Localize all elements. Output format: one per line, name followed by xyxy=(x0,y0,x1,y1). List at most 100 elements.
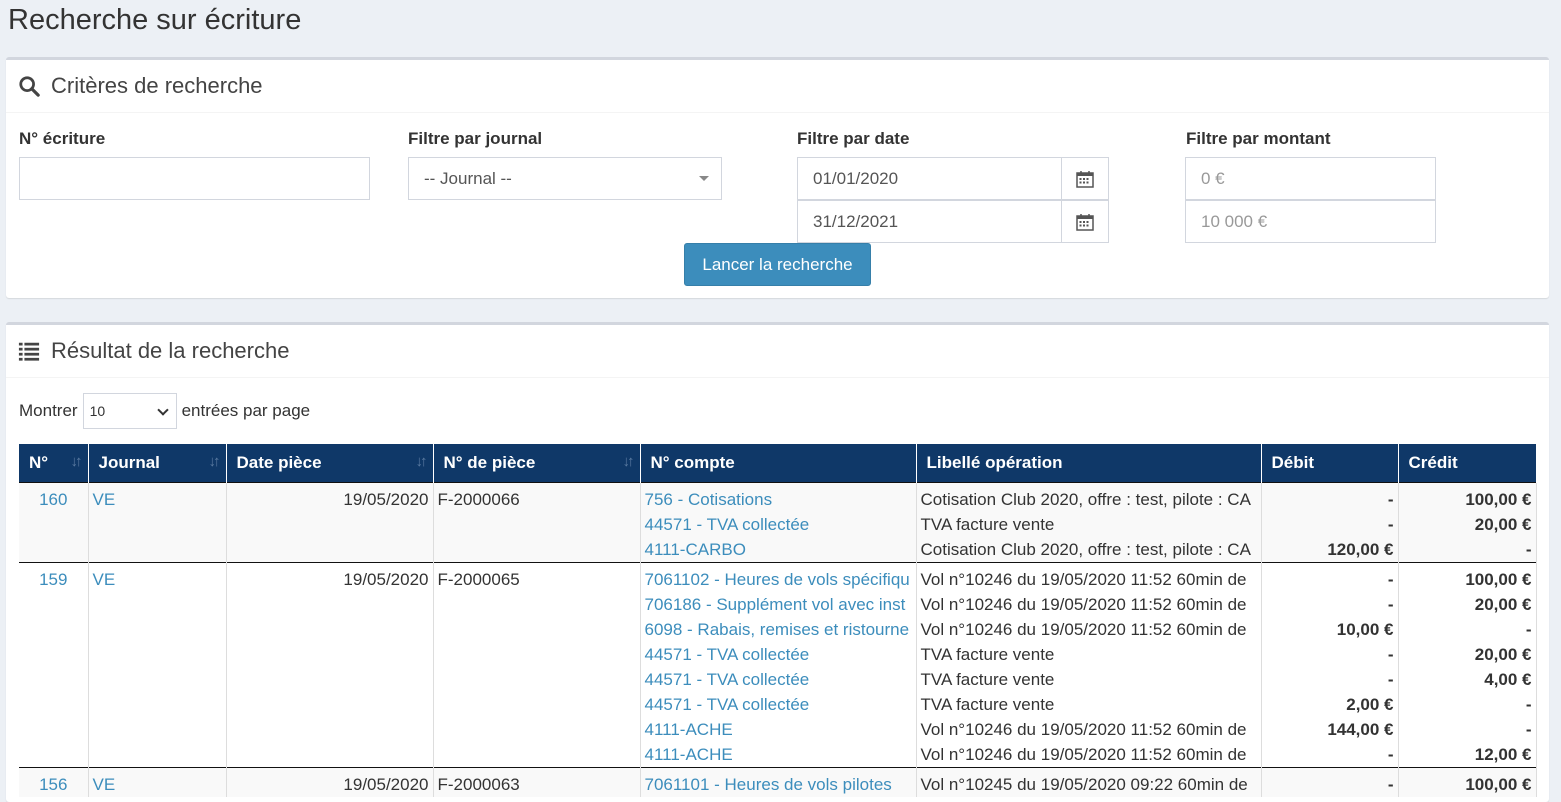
page-length-control: Montrer 10 entrées par page xyxy=(19,393,310,429)
calendar-icon[interactable] xyxy=(1061,157,1109,200)
list-icon xyxy=(18,342,40,361)
account-link[interactable]: 6098 - Rabais, remises et ristourne xyxy=(645,617,912,642)
journal-select[interactable]: -- Journal -- xyxy=(408,157,722,200)
debit-amount: - xyxy=(1387,489,1394,509)
debit-amount: 2,00 € xyxy=(1346,694,1394,714)
date-to-input[interactable]: 31/12/2021 xyxy=(797,200,1063,243)
account-link[interactable]: 4111-ACHE xyxy=(645,742,912,767)
credit-amount: - xyxy=(1525,539,1532,559)
col-header-piece[interactable]: N° de pièce ↓↑ xyxy=(433,444,641,482)
sort-icon: ↓↑ xyxy=(415,453,428,470)
account-link[interactable]: 4111-CARBO xyxy=(645,537,912,562)
show-label: Montrer xyxy=(19,401,78,420)
sort-icon: ↓↑ xyxy=(70,453,83,470)
page-length-select[interactable]: 10 xyxy=(82,393,177,429)
account-link[interactable]: 44571 - TVA collectée xyxy=(645,692,912,717)
entry-no-link[interactable]: 156 xyxy=(39,775,67,794)
amount-filter-label: Filtre par montant xyxy=(1186,129,1331,148)
operation-label: Vol n°10246 du 19/05/2020 11:52 60min de xyxy=(920,619,1247,639)
piece-date: 19/05/2020 xyxy=(343,774,429,794)
operation-label: TVA facture vente xyxy=(920,644,1055,664)
debit-amount: - xyxy=(1387,514,1394,534)
calendar-icon[interactable] xyxy=(1061,200,1109,243)
entry-no-link[interactable]: 160 xyxy=(39,490,67,509)
amount-max-input[interactable]: 10 000 € xyxy=(1185,200,1436,243)
amount-min-input[interactable]: 0 € xyxy=(1185,157,1436,200)
table-header-row: N° ↓↑ Journal ↓↑ Date pièce ↓↑ N° de pièce ↓… xyxy=(19,444,1537,482)
piece-date: 19/05/2020 xyxy=(343,489,429,509)
col-header-label: Libellé opération xyxy=(916,444,1262,482)
entry-no-link[interactable]: 159 xyxy=(39,570,67,589)
operation-label: Vol n°10246 du 19/05/2020 11:52 60min de xyxy=(920,744,1247,764)
results-table: N° ↓↑ Journal ↓↑ Date pièce ↓↑ N° de pièce ↓… xyxy=(19,444,1537,797)
account-link[interactable]: 4111-ACHE xyxy=(645,717,912,742)
credit-amount: 20,00 € xyxy=(1474,644,1532,664)
debit-amount: - xyxy=(1387,669,1394,689)
operation-label: TVA facture vente xyxy=(920,669,1055,689)
account-link[interactable]: 706186 - Supplément vol avec inst xyxy=(645,592,912,617)
criteria-header: Critères de recherche xyxy=(6,60,1549,113)
piece-number: F-2000066 xyxy=(437,489,520,509)
search-criteria-box: Critères de recherche N° écriture Filtre… xyxy=(6,57,1549,298)
search-icon xyxy=(19,76,40,97)
credit-amount: 100,00 € xyxy=(1465,774,1532,794)
credit-amount: 100,00 € xyxy=(1465,489,1532,509)
calendar-glyph xyxy=(1076,170,1094,188)
col-header-date[interactable]: Date pièce ↓↑ xyxy=(226,444,434,482)
operation-label: Cotisation Club 2020, offre : test, pilo… xyxy=(920,489,1251,509)
col-header-no[interactable]: N° ↓↑ xyxy=(19,444,89,482)
account-link[interactable]: 44571 - TVA collectée xyxy=(645,667,912,692)
calendar-glyph xyxy=(1076,213,1094,231)
debit-amount: - xyxy=(1387,774,1394,794)
account-link[interactable]: 44571 - TVA collectée xyxy=(645,512,912,537)
operation-label: Vol n°10246 du 19/05/2020 11:52 60min de xyxy=(920,594,1247,614)
date-from-input[interactable]: 01/01/2020 xyxy=(797,157,1063,200)
operation-label: Vol n°10246 du 19/05/2020 11:52 60min de xyxy=(920,569,1247,589)
credit-amount: 20,00 € xyxy=(1474,594,1532,614)
search-button[interactable]: Lancer la recherche xyxy=(684,243,871,286)
journal-link[interactable]: VE xyxy=(93,570,116,589)
caret-down-icon xyxy=(699,176,709,181)
debit-amount: - xyxy=(1387,744,1394,764)
operation-label: Cotisation Club 2020, offre : test, pilo… xyxy=(920,539,1251,559)
results-title: Résultat de la recherche xyxy=(51,338,290,363)
debit-amount: 10,00 € xyxy=(1336,619,1394,639)
search-results-box: Résultat de la recherche Montrer 10 entr… xyxy=(6,322,1549,802)
credit-amount: 100,00 € xyxy=(1465,569,1532,589)
debit-amount: - xyxy=(1387,569,1394,589)
journal-select-value: -- Journal -- xyxy=(424,168,512,188)
col-header-debit: Débit xyxy=(1261,444,1399,482)
table-row: 159 VE 19/05/2020 F-2000065 7061102 - Heures… xyxy=(19,561,1537,767)
journal-filter-label: Filtre par journal xyxy=(408,129,543,148)
col-header-account: N° compte xyxy=(640,444,917,482)
sort-icon: ↓↑ xyxy=(622,453,635,470)
entry-no-input[interactable] xyxy=(19,157,370,200)
journal-link[interactable]: VE xyxy=(93,490,116,509)
account-link[interactable]: 756 - Cotisations xyxy=(645,487,912,512)
chevron-down-icon xyxy=(156,404,169,416)
operation-label: Vol n°10246 du 19/05/2020 11:52 60min de xyxy=(920,719,1247,739)
account-link[interactable]: 7061102 - Heures de vols spécifiqu xyxy=(645,567,912,592)
account-link[interactable]: 44571 - TVA collectée xyxy=(645,642,912,667)
entry-no-label: N° écriture xyxy=(19,129,106,148)
operation-label: TVA facture vente xyxy=(920,514,1055,534)
table-row: 160 VE 19/05/2020 F-2000066 756 - Cotisation… xyxy=(19,481,1537,562)
date-filter-label: Filtre par date xyxy=(797,129,910,148)
page-title: Recherche sur écriture xyxy=(8,4,302,36)
credit-amount: 12,00 € xyxy=(1474,744,1532,764)
account-link[interactable]: 7061101 - Heures de vols pilotes xyxy=(645,772,912,797)
credit-amount: - xyxy=(1525,719,1532,739)
credit-amount: - xyxy=(1525,619,1532,639)
col-header-credit: Crédit xyxy=(1398,444,1537,482)
col-header-journal[interactable]: Journal ↓↑ xyxy=(88,444,227,482)
operation-label: Vol n°10245 du 19/05/2020 09:22 60min de xyxy=(920,774,1248,794)
debit-amount: 120,00 € xyxy=(1327,539,1394,559)
per-page-label: entrées par page xyxy=(181,401,311,420)
debit-amount: 144,00 € xyxy=(1327,719,1394,739)
piece-number: F-2000065 xyxy=(437,569,520,589)
journal-link[interactable]: VE xyxy=(93,775,116,794)
sort-icon: ↓↑ xyxy=(208,453,221,470)
debit-amount: - xyxy=(1387,594,1394,614)
credit-amount: 20,00 € xyxy=(1474,514,1532,534)
table-row: 156 VE 19/05/2020 F-2000063 7061101 - Heures… xyxy=(19,766,1537,797)
